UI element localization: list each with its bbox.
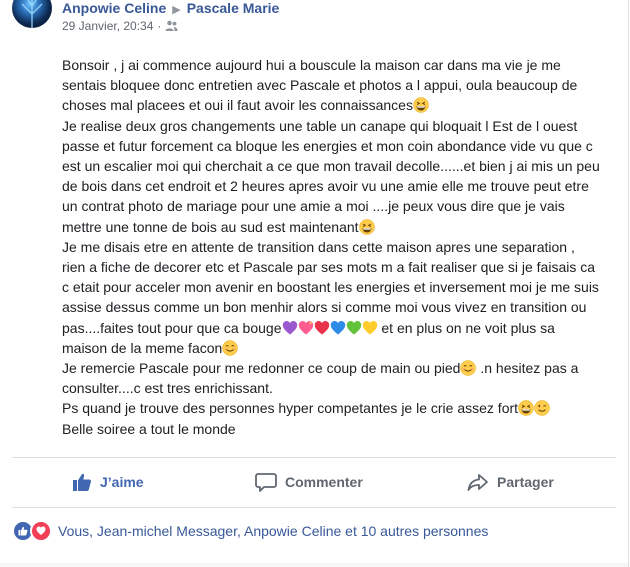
- grinning-squint-emoji: [413, 97, 429, 114]
- recipient-name-link[interactable]: Pascale Marie: [187, 0, 280, 16]
- separator-dot: ·: [157, 19, 162, 33]
- like-button[interactable]: J’aime: [72, 470, 144, 494]
- post-paragraph: Belle soiree a tout le monde: [62, 419, 602, 439]
- post-paragraph: Ps quand je trouve des personnes hyper c…: [62, 398, 602, 418]
- post-card: Anpowie Celine ▶ Pascale Marie 29 Janvier,…: [0, 0, 629, 567]
- author-name-link[interactable]: Anpowie Celine: [62, 0, 166, 16]
- comment-icon: [255, 473, 277, 492]
- post-body: Bonsoir , j ai commence aujourd hui a bo…: [62, 55, 602, 439]
- smiling-emoji: [222, 340, 239, 356]
- post-paragraph-text: Belle soiree a tout le monde: [62, 420, 236, 437]
- author-avatar[interactable]: [12, 0, 52, 28]
- reactions-summary[interactable]: Vous, Jean-michel Messager, Anpowie Celi…: [12, 520, 488, 542]
- share-icon: [467, 474, 488, 491]
- card-bottom-strip: [0, 563, 628, 567]
- green-heart-emoji: [346, 320, 362, 336]
- like-label: J’aime: [100, 474, 144, 490]
- friends-icon[interactable]: [165, 20, 179, 35]
- share-label: Partager: [497, 474, 554, 490]
- post-paragraph: Je me disais etre en attente de transiti…: [62, 237, 602, 358]
- post-paragraph-text: Ps quand je trouve des personnes hyper c…: [62, 400, 519, 417]
- post-meta: 29 Janvier, 20:34 ·: [62, 19, 179, 35]
- grinning-squint-emoji: [358, 218, 375, 235]
- post-header: Anpowie Celine ▶ Pascale Marie: [62, 0, 279, 16]
- post-paragraph: Je realise deux gros changements une tab…: [62, 116, 602, 237]
- share-button[interactable]: Partager: [467, 470, 554, 494]
- post-paragraph: Je remercie Pascale pour me redonner ce …: [62, 358, 602, 398]
- divider-top: [12, 457, 616, 458]
- post-paragraph-text: Je remercie Pascale pour me redonner ce …: [62, 360, 461, 377]
- purple-heart-emoji: [282, 320, 298, 336]
- blue-heart-emoji: [330, 320, 346, 336]
- post-paragraph-text: Bonsoir , j ai commence aujourd hui a bo…: [62, 57, 578, 114]
- sparkling-heart-emoji: [298, 320, 314, 336]
- reactions-names-link[interactable]: Vous, Jean-michel Messager, Anpowie Celi…: [58, 523, 488, 539]
- post-paragraph: Bonsoir , j ai commence aujourd hui a bo…: [62, 55, 602, 116]
- post-timestamp[interactable]: 29 Janvier, 20:34: [62, 19, 153, 33]
- smiling-emoji: [460, 360, 477, 376]
- thumbs-up-icon: [73, 473, 92, 491]
- post-paragraph-text: Je realise deux gros changements une tab…: [62, 117, 600, 235]
- red-heart-emoji: [314, 320, 330, 336]
- winking-emoji: [534, 400, 550, 417]
- grinning-squint-emoji: [518, 400, 534, 417]
- divider-bottom: [12, 507, 616, 508]
- comment-label: Commenter: [285, 474, 363, 490]
- yellow-heart-emoji: [362, 320, 378, 336]
- love-reaction-icon: [30, 520, 52, 542]
- comment-button[interactable]: Commenter: [255, 470, 363, 494]
- arrow-right-icon: ▶: [172, 4, 181, 16]
